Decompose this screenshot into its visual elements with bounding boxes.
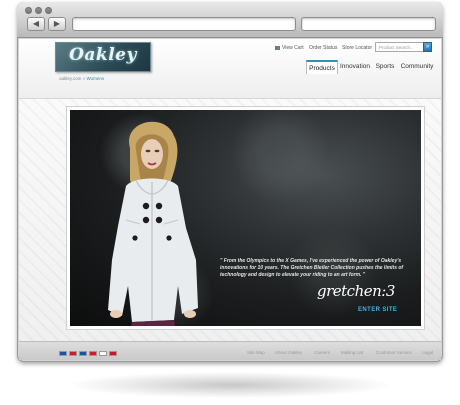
- store-locator-link[interactable]: Store Locator: [342, 45, 372, 51]
- signature-text: gretchen:3: [317, 282, 395, 300]
- enter-site-link[interactable]: ENTER SITE: [358, 307, 397, 313]
- footer-link-site-map[interactable]: Site Map: [247, 350, 265, 355]
- site-footer: Site Map About Oakley Careers Mailing Li…: [19, 341, 441, 360]
- browser-toolbar: ◀ ▶: [17, 2, 443, 38]
- browser-shadow: [70, 372, 390, 398]
- athlete-quote: " From the Olympics to the X Games, I've…: [220, 258, 404, 278]
- model-jacket: [108, 178, 198, 322]
- breadcrumb-current[interactable]: Womens: [86, 76, 104, 81]
- breadcrumb-home[interactable]: oakley.com: [59, 76, 81, 81]
- cart-icon: [275, 45, 280, 50]
- window-minimize-dot[interactable]: [35, 7, 42, 14]
- browser-search-field[interactable]: [301, 17, 436, 31]
- site-header: Oakley oakley.com » Womens View Cart Ord…: [19, 39, 441, 99]
- view-cart-link[interactable]: View Cart: [275, 45, 304, 51]
- logo-text: Oakley: [69, 45, 137, 65]
- flag-icon[interactable]: [89, 351, 97, 356]
- oakley-logo[interactable]: Oakley: [55, 42, 151, 72]
- browser-window: ◀ ▶ Oakley oakley.com » Womens View Cart…: [17, 2, 443, 362]
- flag-icon[interactable]: [69, 351, 77, 356]
- footer-link-legal[interactable]: Legal: [422, 350, 433, 355]
- main-content: " From the Olympics to the X Games, I've…: [19, 99, 441, 341]
- footer-link-customer-service[interactable]: Customer Service: [376, 350, 412, 355]
- address-bar[interactable]: [72, 17, 296, 31]
- search-submit-button[interactable]: »: [423, 42, 432, 52]
- footer-link-about[interactable]: About Oakley: [275, 350, 302, 355]
- tab-community[interactable]: Community: [399, 60, 435, 74]
- forward-arrow-icon[interactable]: ▶: [48, 17, 66, 31]
- flag-icon[interactable]: [109, 351, 117, 356]
- breadcrumb-separator: »: [82, 76, 86, 81]
- flag-icon[interactable]: [59, 351, 67, 356]
- order-status-link[interactable]: Order Status: [309, 45, 337, 51]
- window-close-dot[interactable]: [25, 7, 32, 14]
- tab-sports[interactable]: Sports: [373, 60, 397, 74]
- flag-icon[interactable]: [79, 351, 87, 356]
- web-page: Oakley oakley.com » Womens View Cart Ord…: [19, 39, 441, 360]
- tab-innovation[interactable]: Innovation: [339, 60, 371, 74]
- flag-icon[interactable]: [99, 351, 107, 356]
- back-arrow-icon[interactable]: ◀: [27, 17, 45, 31]
- tab-products[interactable]: Products: [306, 60, 338, 74]
- view-cart-label: View Cart: [282, 45, 304, 51]
- hero-banner[interactable]: " From the Olympics to the X Games, I've…: [67, 107, 424, 329]
- footer-link-careers[interactable]: Careers: [314, 350, 330, 355]
- breadcrumb: oakley.com » Womens: [59, 76, 104, 81]
- product-search-input[interactable]: Product Search...: [375, 42, 424, 52]
- footer-link-mailing-list[interactable]: Mailing List: [341, 350, 364, 355]
- window-zoom-dot[interactable]: [45, 7, 52, 14]
